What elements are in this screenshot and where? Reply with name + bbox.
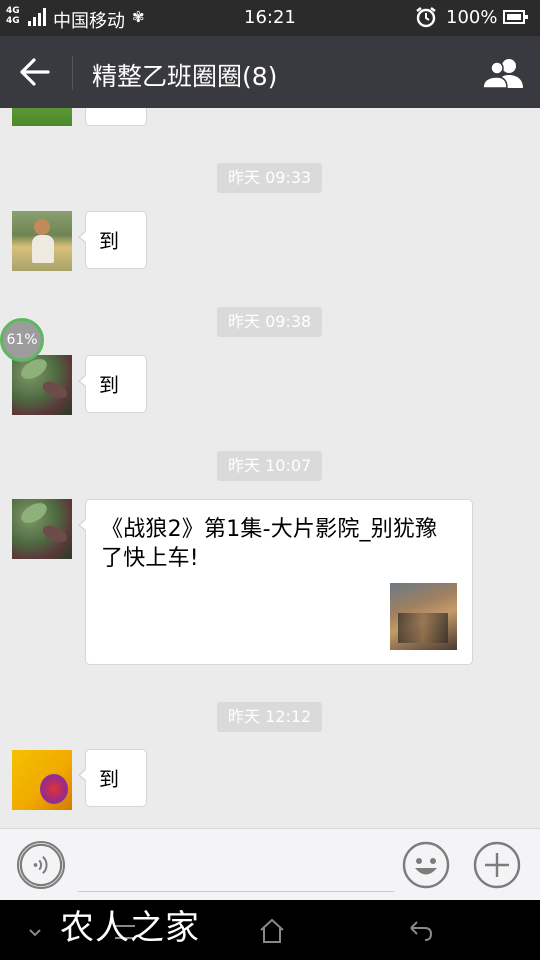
avatar[interactable] xyxy=(12,355,72,415)
status-bar: 4G 4G 中国移动 ✾ 16:21 100% xyxy=(0,0,540,36)
network-indicator: 4G 4G xyxy=(6,6,20,26)
chevron-down-icon[interactable] xyxy=(20,916,50,946)
message-bubble[interactable]: 到 xyxy=(78,749,147,807)
message-list[interactable]: 昨天 09:33 到 昨天 09:38 到 61% 昨天 10:07 《战狼2》… xyxy=(0,108,540,828)
system-nav-bar: 农人之家 xyxy=(0,900,540,960)
signal-icon xyxy=(28,8,46,26)
clock: 16:21 xyxy=(244,7,296,28)
back-icon[interactable] xyxy=(405,916,435,946)
chat-title: 精整乙班圈圈(8) xyxy=(92,62,278,91)
emoji-icon[interactable] xyxy=(402,841,450,889)
voice-input-icon[interactable] xyxy=(17,841,65,889)
plus-icon[interactable] xyxy=(473,841,521,889)
avatar[interactable] xyxy=(12,750,72,810)
message-bubble[interactable]: 到 xyxy=(78,211,147,269)
back-arrow-icon[interactable] xyxy=(18,56,54,88)
message-input[interactable] xyxy=(78,847,394,892)
input-bar xyxy=(0,828,540,900)
link-thumbnail xyxy=(390,583,457,650)
message-bubble[interactable] xyxy=(85,108,147,126)
chat-header: 精整乙班圈圈(8) xyxy=(0,36,540,108)
avatar[interactable] xyxy=(12,499,72,559)
message-bubble[interactable]: 到 xyxy=(78,355,147,413)
group-members-icon[interactable] xyxy=(483,58,525,88)
link-card[interactable]: 《战狼2》第1集-大片影院_别犹豫了快上车! xyxy=(78,499,473,665)
avatar[interactable] xyxy=(12,108,72,126)
timestamp: 昨天 09:33 xyxy=(217,163,323,193)
timestamp: 昨天 09:38 xyxy=(217,307,323,337)
alarm-icon xyxy=(416,7,436,28)
link-title: 《战狼2》第1集-大片影院_别犹豫了快上车! xyxy=(101,517,438,571)
battery-icon xyxy=(503,10,528,24)
battery-percent: 100% xyxy=(446,7,498,28)
watermark-text: 农人之家 xyxy=(60,908,200,948)
timestamp: 昨天 12:12 xyxy=(217,702,323,732)
floating-progress-badge[interactable]: 61% xyxy=(0,318,44,362)
notification-icon: ✾ xyxy=(132,8,145,26)
header-divider xyxy=(72,56,73,90)
carrier-label: 中国移动 xyxy=(53,11,125,32)
home-icon[interactable] xyxy=(257,916,287,946)
avatar[interactable] xyxy=(12,211,72,271)
timestamp: 昨天 10:07 xyxy=(217,451,323,481)
